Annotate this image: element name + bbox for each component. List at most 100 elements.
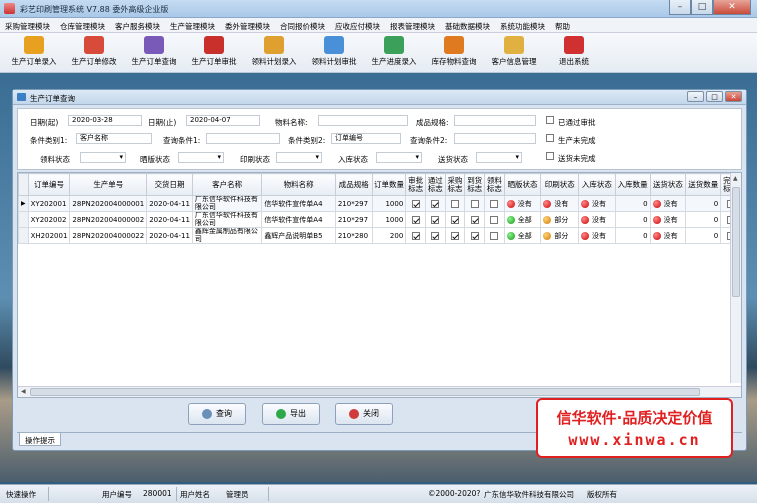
column-header-15[interactable]: 入库数量 — [614, 173, 651, 196]
unfinished-checkbox[interactable] — [546, 134, 554, 142]
cond-type1-field[interactable]: 客户名称 — [76, 133, 152, 144]
cond-type2-field[interactable]: 订单编号 — [331, 133, 401, 144]
arrive-checkbox[interactable] — [470, 199, 479, 208]
window-close-button[interactable]: ✕ — [725, 91, 742, 102]
menu-item-8[interactable]: 基础数据模块 — [440, 18, 495, 32]
approved-checkbox[interactable] — [546, 116, 554, 124]
column-header-12[interactable]: 晒版状态 — [503, 173, 542, 196]
horizontal-scroll-thumb[interactable] — [30, 388, 700, 396]
cell-arrive — [464, 195, 486, 212]
toolbar-button-6[interactable]: 生产进度录入 — [364, 33, 424, 73]
date-end-field[interactable]: 2020-04-07 — [186, 115, 260, 126]
cond1-field[interactable] — [206, 133, 280, 144]
minimize-button[interactable]: – — [669, 0, 691, 15]
column-header-8[interactable]: 通过标志 — [424, 173, 446, 196]
toolbar-label-1: 生产订单修改 — [71, 57, 117, 66]
approve-checkbox[interactable] — [411, 215, 420, 224]
column-header-13[interactable]: 印刷状态 — [540, 173, 580, 196]
pick-status-select[interactable] — [80, 152, 126, 163]
toolbar-button-8[interactable]: 客户信息管理 — [484, 33, 544, 73]
cell-quantity: 1000 — [371, 211, 407, 228]
status-rights: 版权所有 — [587, 490, 617, 499]
column-header-9[interactable]: 采购标志 — [444, 173, 466, 196]
window-restore-button[interactable]: □ — [706, 91, 723, 102]
print-status-select[interactable] — [276, 152, 322, 163]
scroll-left-arrow-icon[interactable]: ◀ — [21, 388, 26, 395]
pass-checkbox[interactable] — [431, 199, 440, 208]
toolbar-button-0[interactable]: 生产订单录入 — [4, 33, 64, 73]
table-row[interactable]: ▶ XY202001 28PN202004000001 2020-04-11 广东信华软… — [18, 195, 741, 212]
maximize-button[interactable]: □ — [691, 0, 713, 15]
plate-status-select[interactable] — [178, 152, 224, 163]
pass-checkbox[interactable] — [431, 231, 440, 240]
column-header-1[interactable]: 生产单号 — [69, 173, 148, 196]
toolbar-button-5[interactable]: 领料计划审批 — [304, 33, 364, 73]
row-indicator: ▶ — [18, 195, 29, 212]
pass-checkbox[interactable] — [431, 215, 440, 224]
table-row[interactable]: XH202001 28PN202004000022 2020-04-11 鑫辉金属制品… — [18, 227, 741, 244]
menu-item-2[interactable]: 客户服务模块 — [110, 18, 165, 32]
query-button[interactable]: 查询 — [188, 403, 246, 425]
table-row[interactable]: XY202002 28PN202004000002 2020-04-11 广东信华软件… — [18, 211, 741, 228]
tab-operation-tips[interactable]: 操作提示 — [19, 433, 61, 446]
spec-field[interactable] — [454, 115, 536, 126]
menu-item-3[interactable]: 生产管理模块 — [165, 18, 220, 32]
material-label: 物料名称: — [275, 118, 308, 127]
column-header-5[interactable]: 成品规格 — [334, 173, 373, 196]
column-header-10[interactable]: 到货标志 — [464, 173, 486, 196]
column-header-7[interactable]: 审批标志 — [405, 173, 426, 196]
menu-item-7[interactable]: 报表管理模块 — [385, 18, 440, 32]
toolbar-button-9[interactable]: 退出系统 — [544, 33, 604, 73]
cond-type2-label: 条件类别2: — [288, 136, 326, 145]
pick-checkbox[interactable] — [490, 231, 499, 240]
menu-item-0[interactable]: 采购管理模块 — [0, 18, 55, 32]
arrive-checkbox[interactable] — [470, 231, 479, 240]
menu-item-9[interactable]: 系统功能模块 — [495, 18, 550, 32]
horizontal-scrollbar[interactable]: ◀ — [18, 386, 741, 397]
stock-status-select[interactable] — [376, 152, 422, 163]
vertical-scrollbar[interactable]: ▲ — [730, 173, 741, 383]
column-header-14[interactable]: 入库状态 — [578, 173, 616, 196]
menu-item-4[interactable]: 委外管理模块 — [220, 18, 275, 32]
toolbar-button-1[interactable]: 生产订单修改 — [64, 33, 124, 73]
vertical-scroll-thumb[interactable] — [732, 187, 740, 297]
menu-item-10[interactable]: 帮助 — [550, 18, 575, 32]
menu-item-6[interactable]: 应收应付模块 — [330, 18, 385, 32]
close-window-button[interactable]: 关闭 — [335, 403, 393, 425]
toolbar-button-4[interactable]: 领料计划录入 — [244, 33, 304, 73]
scroll-up-arrow-icon[interactable]: ▲ — [733, 175, 738, 182]
toolbar-button-7[interactable]: 库存物料查询 — [424, 33, 484, 73]
date-start-field[interactable]: 2020-03-28 — [68, 115, 142, 126]
cell-approve — [405, 227, 426, 244]
cond2-field[interactable] — [454, 133, 536, 144]
purchase-checkbox[interactable] — [451, 199, 459, 208]
column-header-11[interactable]: 领料标志 — [484, 173, 505, 196]
column-header-17[interactable]: 送货数量 — [685, 173, 722, 196]
pick-checkbox[interactable] — [490, 215, 499, 224]
approve-checkbox[interactable] — [411, 231, 420, 240]
column-header-16[interactable]: 送货状态 — [649, 173, 687, 196]
cell-purchase — [444, 227, 466, 244]
column-header-0[interactable]: 订单编号 — [27, 173, 71, 196]
cell-purchase — [444, 195, 466, 212]
menu-item-5[interactable]: 合同报价模块 — [275, 18, 330, 32]
column-header-2[interactable]: 交货日期 — [146, 173, 193, 196]
purchase-checkbox[interactable] — [451, 215, 459, 224]
export-button[interactable]: 导出 — [262, 403, 320, 425]
arrive-checkbox[interactable] — [470, 215, 479, 224]
cell-production-no: 28PN202004000022 — [69, 227, 148, 244]
menu-item-1[interactable]: 仓库管理模块 — [55, 18, 110, 32]
pick-checkbox[interactable] — [490, 199, 499, 208]
column-header-3[interactable]: 客户名称 — [191, 173, 263, 196]
column-header-4[interactable]: 物料名称 — [261, 173, 336, 196]
toolbar-button-3[interactable]: 生产订单审批 — [184, 33, 244, 73]
close-button[interactable]: ✕ — [713, 0, 751, 15]
unshipped-checkbox[interactable] — [546, 152, 554, 160]
column-header-6[interactable]: 订单数量 — [371, 173, 407, 196]
purchase-checkbox[interactable] — [451, 231, 459, 240]
material-field[interactable] — [318, 115, 408, 126]
approve-checkbox[interactable] — [411, 199, 420, 208]
ship-status-select[interactable] — [476, 152, 522, 163]
window-minimize-button[interactable]: – — [687, 91, 704, 102]
toolbar-button-2[interactable]: 生产订单查询 — [124, 33, 184, 73]
